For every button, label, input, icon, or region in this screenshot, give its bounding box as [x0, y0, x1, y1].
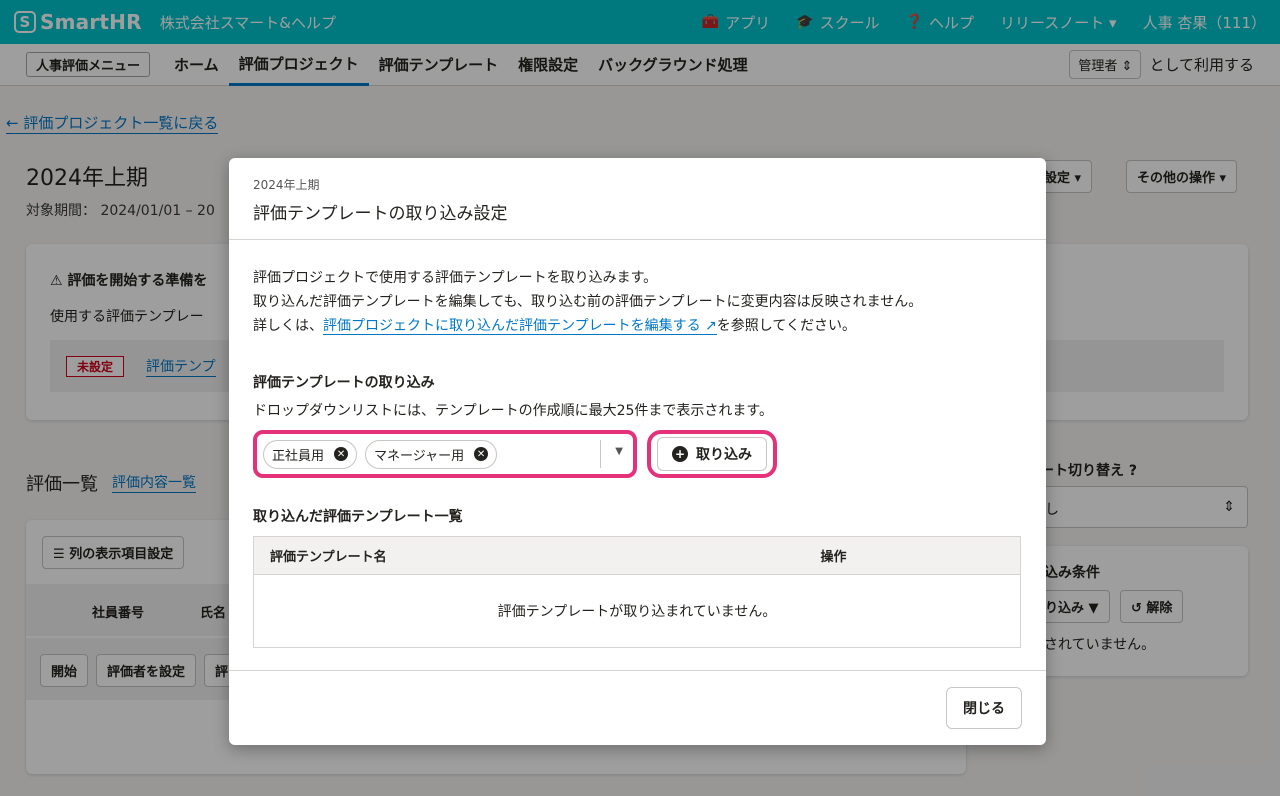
- divider: [600, 440, 601, 468]
- import-settings-dialog: 2024年上期 評価テンプレートの取り込み設定 評価プロジェクトで使用する評価テ…: [229, 158, 1046, 745]
- dialog-body: 評価プロジェクトで使用する評価テンプレートを取り込みます。 取り込んだ評価テンプ…: [229, 240, 1046, 671]
- col-template-name: 評価テンプレート名: [270, 550, 387, 565]
- imported-template-table: 評価テンプレート名 操作 評価テンプレートが取り込まれていません。: [253, 536, 1021, 648]
- remove-chip-icon[interactable]: ✕: [474, 447, 489, 461]
- dialog-footer: 閉じる: [229, 671, 1046, 745]
- col-action: 操作: [820, 550, 847, 565]
- plus-circle-icon: +: [672, 446, 688, 462]
- imported-list-title: 取り込んだ評価テンプレート一覧: [253, 509, 463, 525]
- chip-regular-employee: 正社員用 ✕: [263, 439, 358, 469]
- empty-message: 評価テンプレートが取り込まれていません。: [497, 604, 777, 620]
- help-link[interactable]: 評価プロジェクトに取り込んだ評価テンプレートを編集する ↗: [323, 318, 717, 335]
- template-multi-select[interactable]: 正社員用 ✕ マネージャー用 ✕ ▼: [253, 430, 637, 478]
- dialog-subtitle: 2024年上期: [253, 178, 320, 192]
- import-button-highlight: + 取り込み: [647, 430, 777, 478]
- dialog-title: 評価テンプレートの取り込み設定: [253, 204, 508, 224]
- chevron-down-icon[interactable]: ▼: [615, 446, 623, 457]
- dialog-header: 2024年上期 評価テンプレートの取り込み設定: [229, 158, 1046, 240]
- import-button[interactable]: + 取り込み: [657, 437, 767, 471]
- dialog-description: 評価プロジェクトで使用する評価テンプレートを取り込みます。 取り込んだ評価テンプ…: [253, 270, 923, 335]
- table-header: 評価テンプレート名 操作: [254, 537, 1020, 575]
- external-link-icon: ↗: [705, 318, 717, 334]
- chip-manager: マネージャー用 ✕: [365, 439, 498, 469]
- import-section-desc: ドロップダウンリストには、テンプレートの作成順に最大25件まで表示されます。: [253, 403, 773, 419]
- import-row: 正社員用 ✕ マネージャー用 ✕ ▼ + 取り込み: [253, 430, 1022, 478]
- remove-chip-icon[interactable]: ✕: [334, 447, 349, 461]
- import-section-title: 評価テンプレートの取り込み: [253, 375, 435, 391]
- close-button[interactable]: 閉じる: [946, 687, 1022, 729]
